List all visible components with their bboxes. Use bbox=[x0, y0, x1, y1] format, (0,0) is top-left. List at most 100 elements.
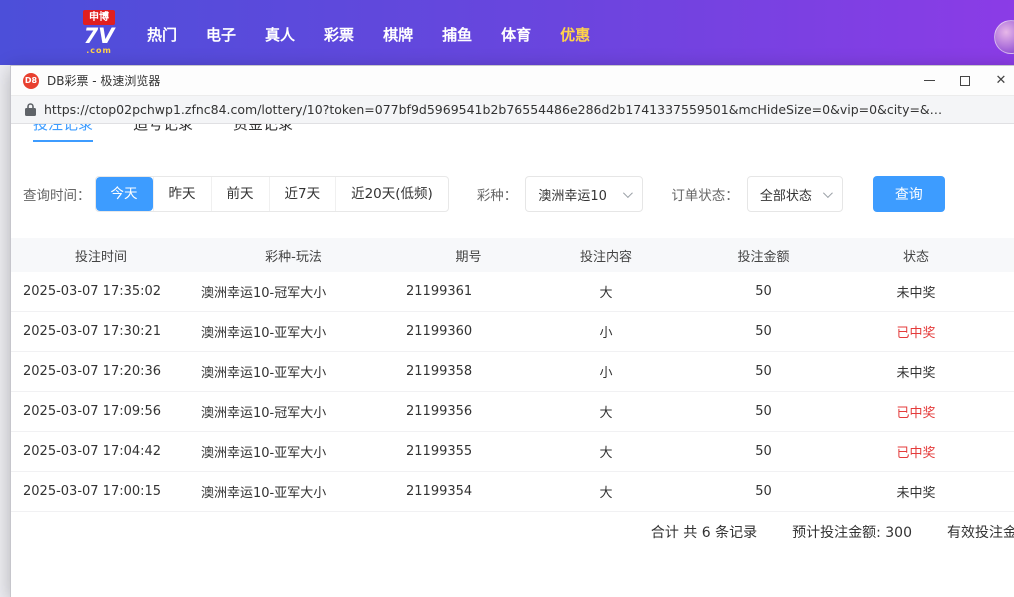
close-icon: ✕ bbox=[996, 74, 1007, 87]
cell: 2025-03-07 17:00:15 bbox=[11, 484, 191, 499]
minimize-icon bbox=[924, 80, 935, 82]
bets-table: 投注时间彩种-玩法期号投注内容投注金额状态中 2025-03-07 17:35:… bbox=[11, 238, 1014, 512]
tab-1[interactable]: 投注记录 bbox=[33, 124, 93, 142]
lottery-select-value: 澳洲幸运10 bbox=[538, 185, 607, 204]
maximize-icon bbox=[960, 76, 970, 86]
table-row: 2025-03-07 17:04:42澳洲幸运10-亚军大小21199355大5… bbox=[11, 432, 1014, 472]
window-titlebar: D8 DB彩票 - 极速浏览器 ✕ bbox=[11, 66, 1014, 96]
search-button[interactable]: 查询 bbox=[873, 176, 945, 212]
cell: 大 bbox=[541, 402, 671, 421]
cell: 21199360 bbox=[396, 324, 541, 339]
status-filter-label: 订单状态： bbox=[671, 184, 739, 204]
cell: 2025-03-07 17:09:56 bbox=[11, 404, 191, 419]
table-row: 2025-03-07 17:20:36澳洲幸运10-亚军大小21199358小5… bbox=[11, 352, 1014, 392]
minimize-button[interactable] bbox=[911, 66, 947, 96]
header-cell-7: 中 bbox=[976, 246, 1014, 265]
cell: 澳洲幸运10-冠军大小 bbox=[191, 402, 396, 421]
app-icon: D8 bbox=[23, 73, 39, 89]
header-cell-1: 投注时间 bbox=[11, 246, 191, 265]
lottery-select[interactable]: 澳洲幸运10 bbox=[525, 176, 643, 212]
cell: 50 bbox=[671, 364, 856, 379]
page-content: 投注记录 追号记录 资金记录 查询时间： 今天昨天前天近7天近20天(低频) 彩种：… bbox=[11, 124, 1014, 597]
cell: 2025-03-07 17:04:42 bbox=[11, 444, 191, 459]
table-row: 2025-03-07 17:35:02澳洲幸运10-冠军大小21199361大5… bbox=[11, 272, 1014, 312]
table-body: 2025-03-07 17:35:02澳洲幸运10-冠军大小21199361大5… bbox=[11, 272, 1014, 512]
cell: 50 bbox=[671, 404, 856, 419]
brand-name: 7V bbox=[84, 25, 115, 47]
header-cell-2: 彩种-玩法 bbox=[191, 246, 396, 265]
cell: 50 bbox=[671, 484, 856, 499]
lock-icon bbox=[25, 103, 36, 116]
user-avatar[interactable] bbox=[994, 20, 1014, 54]
time-filter-group: 今天昨天前天近7天近20天(低频) bbox=[95, 176, 449, 212]
brand-badge: 申博 bbox=[83, 10, 115, 25]
header-cell-6: 状态 bbox=[856, 246, 976, 265]
nav-menu: 热门 电子 真人 彩票 棋牌 捕鱼 体育 优惠 bbox=[147, 24, 590, 45]
status-select-value: 全部状态 bbox=[760, 185, 812, 204]
browser-window: D8 DB彩票 - 极速浏览器 ✕ https://ctop02pchwp1.z… bbox=[10, 65, 1014, 597]
brand-suffix: .com bbox=[86, 47, 112, 55]
cell: 2025-03-07 17:35:02 bbox=[11, 284, 191, 299]
nav-item-7[interactable]: 体育 bbox=[501, 24, 531, 45]
valid-amount: 有效投注金额 bbox=[947, 522, 1014, 542]
cell: 2025-03-07 17:30:21 bbox=[11, 324, 191, 339]
chevron-down-icon bbox=[623, 188, 633, 198]
status-select[interactable]: 全部状态 bbox=[747, 176, 843, 212]
table-row: 2025-03-07 17:30:21澳洲幸运10-亚军大小21199360小5… bbox=[11, 312, 1014, 352]
close-button[interactable]: ✕ bbox=[983, 66, 1014, 96]
time-option-5[interactable]: 近20天(低频) bbox=[335, 177, 448, 211]
expected-amount: 预计投注金额: 300 bbox=[792, 522, 912, 542]
maximize-button[interactable] bbox=[947, 66, 983, 96]
time-filter-label: 查询时间： bbox=[23, 184, 91, 204]
time-option-1[interactable]: 今天 bbox=[96, 177, 153, 211]
tab-2[interactable]: 追号记录 bbox=[133, 124, 193, 142]
nav-item-6[interactable]: 捕鱼 bbox=[442, 24, 472, 45]
screen: 申博 7V .com 热门 电子 真人 彩票 棋牌 捕鱼 体育 优惠 D8 DB彩票 - 极速… bbox=[0, 0, 1014, 597]
cell: 已中奖 bbox=[856, 322, 976, 341]
nav-item-5[interactable]: 棋牌 bbox=[383, 24, 413, 45]
cell: 2025-03-07 17:20:36 bbox=[11, 364, 191, 379]
nav-item-8[interactable]: 优惠 bbox=[560, 24, 590, 45]
top-nav: 申博 7V .com 热门 电子 真人 彩票 棋牌 捕鱼 体育 优惠 bbox=[0, 0, 1014, 65]
total-records: 合计 共 6 条记录 bbox=[651, 522, 757, 542]
cell: 澳洲幸运10-亚军大小 bbox=[191, 482, 396, 501]
cell: 21199356 bbox=[396, 404, 541, 419]
url-text: https://ctop02pchwp1.zfnc84.com/lottery/… bbox=[44, 102, 942, 117]
table-header: 投注时间彩种-玩法期号投注内容投注金额状态中 bbox=[11, 238, 1014, 272]
nav-item-2[interactable]: 电子 bbox=[206, 24, 236, 45]
cell: 21199361 bbox=[396, 284, 541, 299]
cell: 21199354 bbox=[396, 484, 541, 499]
cell: 已中奖 bbox=[856, 442, 976, 461]
cell: 50 bbox=[671, 324, 856, 339]
time-option-4[interactable]: 近7天 bbox=[269, 177, 336, 211]
cell: 未中奖 bbox=[856, 282, 976, 301]
cell: 澳洲幸运10-亚军大小 bbox=[191, 322, 396, 341]
time-option-3[interactable]: 前天 bbox=[211, 177, 269, 211]
cell: 21199355 bbox=[396, 444, 541, 459]
nav-item-1[interactable]: 热门 bbox=[147, 24, 177, 45]
nav-item-3[interactable]: 真人 bbox=[265, 24, 295, 45]
tab-bar: 投注记录 追号记录 资金记录 bbox=[11, 124, 1014, 142]
chevron-down-icon bbox=[823, 188, 833, 198]
cell: 澳洲幸运10-冠军大小 bbox=[191, 282, 396, 301]
header-cell-4: 投注内容 bbox=[541, 246, 671, 265]
cell: 小 bbox=[541, 322, 671, 341]
header-cell-3: 期号 bbox=[396, 246, 541, 265]
tab-3[interactable]: 资金记录 bbox=[233, 124, 293, 142]
cell: 21199358 bbox=[396, 364, 541, 379]
time-option-2[interactable]: 昨天 bbox=[153, 177, 211, 211]
cell: 小 bbox=[541, 362, 671, 381]
brand-logo[interactable]: 申博 7V .com bbox=[75, 10, 123, 55]
nav-item-4[interactable]: 彩票 bbox=[324, 24, 354, 45]
cell: 大 bbox=[541, 442, 671, 461]
table-row: 2025-03-07 17:09:56澳洲幸运10-冠军大小21199356大5… bbox=[11, 392, 1014, 432]
cell: 50 bbox=[671, 444, 856, 459]
table-row: 2025-03-07 17:00:15澳洲幸运10-亚军大小21199354大5… bbox=[11, 472, 1014, 512]
summary-bar: 合计 共 6 条记录 预计投注金额: 300 有效投注金额 bbox=[11, 512, 1014, 552]
address-bar[interactable]: https://ctop02pchwp1.zfnc84.com/lottery/… bbox=[11, 96, 1014, 124]
lottery-filter-label: 彩种： bbox=[477, 184, 518, 204]
cell: 50 bbox=[671, 284, 856, 299]
cell: 澳洲幸运10-亚军大小 bbox=[191, 442, 396, 461]
filter-bar: 查询时间： 今天昨天前天近7天近20天(低频) 彩种： 澳洲幸运10 订单状态：… bbox=[11, 176, 1014, 212]
cell: 大 bbox=[541, 482, 671, 501]
